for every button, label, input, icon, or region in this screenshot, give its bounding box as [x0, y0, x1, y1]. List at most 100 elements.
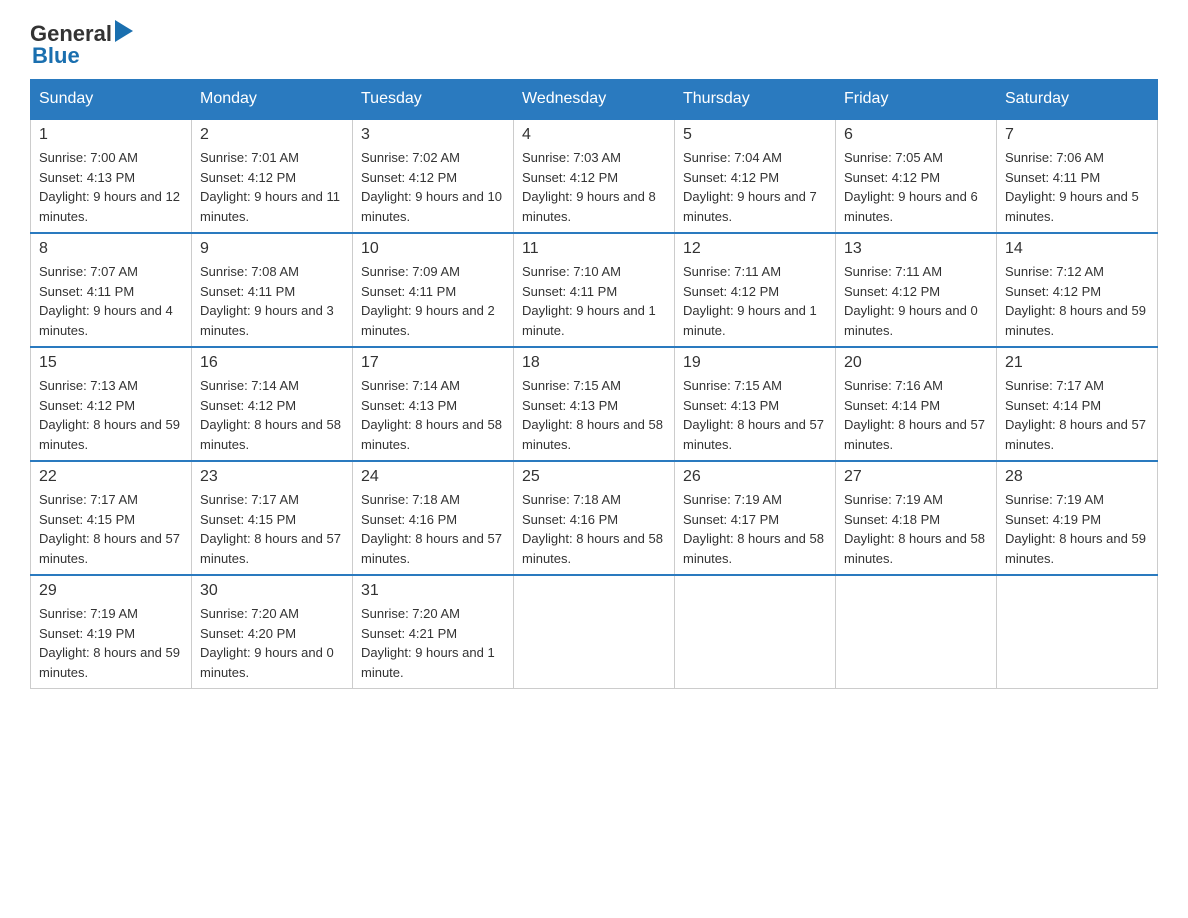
- sunset-label: Sunset: 4:14 PM: [1005, 398, 1101, 413]
- calendar-cell: 2 Sunrise: 7:01 AM Sunset: 4:12 PM Dayli…: [192, 119, 353, 233]
- day-info: Sunrise: 7:07 AM Sunset: 4:11 PM Dayligh…: [39, 262, 183, 340]
- logo: General Blue: [30, 20, 133, 69]
- sunset-label: Sunset: 4:12 PM: [361, 170, 457, 185]
- sunset-label: Sunset: 4:12 PM: [683, 170, 779, 185]
- day-info: Sunrise: 7:01 AM Sunset: 4:12 PM Dayligh…: [200, 148, 344, 226]
- daylight-label: Daylight: 9 hours and 0 minutes.: [200, 645, 334, 680]
- daylight-label: Daylight: 9 hours and 5 minutes.: [1005, 189, 1139, 224]
- day-info: Sunrise: 7:05 AM Sunset: 4:12 PM Dayligh…: [844, 148, 988, 226]
- day-info: Sunrise: 7:06 AM Sunset: 4:11 PM Dayligh…: [1005, 148, 1149, 226]
- day-number: 6: [844, 126, 988, 144]
- daylight-label: Daylight: 9 hours and 3 minutes.: [200, 303, 334, 338]
- calendar-cell: 15 Sunrise: 7:13 AM Sunset: 4:12 PM Dayl…: [31, 347, 192, 461]
- calendar-cell: 1 Sunrise: 7:00 AM Sunset: 4:13 PM Dayli…: [31, 119, 192, 233]
- daylight-label: Daylight: 9 hours and 0 minutes.: [844, 303, 978, 338]
- daylight-label: Daylight: 9 hours and 10 minutes.: [361, 189, 502, 224]
- calendar-cell: 7 Sunrise: 7:06 AM Sunset: 4:11 PM Dayli…: [997, 119, 1158, 233]
- day-info: Sunrise: 7:15 AM Sunset: 4:13 PM Dayligh…: [683, 376, 827, 454]
- sunrise-label: Sunrise: 7:17 AM: [200, 492, 299, 507]
- day-info: Sunrise: 7:18 AM Sunset: 4:16 PM Dayligh…: [522, 490, 666, 568]
- day-info: Sunrise: 7:14 AM Sunset: 4:13 PM Dayligh…: [361, 376, 505, 454]
- daylight-label: Daylight: 8 hours and 57 minutes.: [39, 531, 180, 566]
- sunrise-label: Sunrise: 7:02 AM: [361, 150, 460, 165]
- calendar-cell: [675, 575, 836, 689]
- daylight-label: Daylight: 9 hours and 1 minute.: [522, 303, 656, 338]
- day-info: Sunrise: 7:00 AM Sunset: 4:13 PM Dayligh…: [39, 148, 183, 226]
- sunrise-label: Sunrise: 7:18 AM: [361, 492, 460, 507]
- day-info: Sunrise: 7:12 AM Sunset: 4:12 PM Dayligh…: [1005, 262, 1149, 340]
- calendar-cell: 26 Sunrise: 7:19 AM Sunset: 4:17 PM Dayl…: [675, 461, 836, 575]
- calendar-week-row: 29 Sunrise: 7:19 AM Sunset: 4:19 PM Dayl…: [31, 575, 1158, 689]
- calendar-cell: 30 Sunrise: 7:20 AM Sunset: 4:20 PM Dayl…: [192, 575, 353, 689]
- sunrise-label: Sunrise: 7:11 AM: [844, 264, 942, 279]
- sunrise-label: Sunrise: 7:18 AM: [522, 492, 621, 507]
- day-info: Sunrise: 7:17 AM Sunset: 4:15 PM Dayligh…: [39, 490, 183, 568]
- day-number: 27: [844, 468, 988, 486]
- sunset-label: Sunset: 4:13 PM: [683, 398, 779, 413]
- daylight-label: Daylight: 9 hours and 4 minutes.: [39, 303, 173, 338]
- daylight-label: Daylight: 8 hours and 58 minutes.: [361, 417, 502, 452]
- day-number: 5: [683, 126, 827, 144]
- day-info: Sunrise: 7:19 AM Sunset: 4:18 PM Dayligh…: [844, 490, 988, 568]
- day-info: Sunrise: 7:03 AM Sunset: 4:12 PM Dayligh…: [522, 148, 666, 226]
- calendar-cell: 27 Sunrise: 7:19 AM Sunset: 4:18 PM Dayl…: [836, 461, 997, 575]
- sunset-label: Sunset: 4:12 PM: [39, 398, 135, 413]
- calendar-cell: [836, 575, 997, 689]
- calendar-cell: 31 Sunrise: 7:20 AM Sunset: 4:21 PM Dayl…: [353, 575, 514, 689]
- day-info: Sunrise: 7:08 AM Sunset: 4:11 PM Dayligh…: [200, 262, 344, 340]
- day-number: 9: [200, 240, 344, 258]
- day-info: Sunrise: 7:20 AM Sunset: 4:21 PM Dayligh…: [361, 604, 505, 682]
- sunrise-label: Sunrise: 7:07 AM: [39, 264, 138, 279]
- daylight-label: Daylight: 8 hours and 59 minutes.: [39, 417, 180, 452]
- day-number: 24: [361, 468, 505, 486]
- col-header-thursday: Thursday: [675, 80, 836, 120]
- day-number: 28: [1005, 468, 1149, 486]
- sunset-label: Sunset: 4:11 PM: [1005, 170, 1100, 185]
- sunrise-label: Sunrise: 7:08 AM: [200, 264, 299, 279]
- day-info: Sunrise: 7:19 AM Sunset: 4:19 PM Dayligh…: [39, 604, 183, 682]
- daylight-label: Daylight: 9 hours and 12 minutes.: [39, 189, 180, 224]
- daylight-label: Daylight: 9 hours and 1 minute.: [361, 645, 495, 680]
- sunset-label: Sunset: 4:19 PM: [1005, 512, 1101, 527]
- sunrise-label: Sunrise: 7:10 AM: [522, 264, 621, 279]
- day-number: 17: [361, 354, 505, 372]
- calendar-cell: [997, 575, 1158, 689]
- calendar-cell: 17 Sunrise: 7:14 AM Sunset: 4:13 PM Dayl…: [353, 347, 514, 461]
- sunrise-label: Sunrise: 7:16 AM: [844, 378, 943, 393]
- daylight-label: Daylight: 9 hours and 7 minutes.: [683, 189, 817, 224]
- sunset-label: Sunset: 4:13 PM: [361, 398, 457, 413]
- day-number: 4: [522, 126, 666, 144]
- sunrise-label: Sunrise: 7:19 AM: [1005, 492, 1104, 507]
- sunset-label: Sunset: 4:21 PM: [361, 626, 457, 641]
- sunset-label: Sunset: 4:13 PM: [522, 398, 618, 413]
- sunset-label: Sunset: 4:20 PM: [200, 626, 296, 641]
- sunset-label: Sunset: 4:12 PM: [844, 284, 940, 299]
- sunrise-label: Sunrise: 7:09 AM: [361, 264, 460, 279]
- day-info: Sunrise: 7:16 AM Sunset: 4:14 PM Dayligh…: [844, 376, 988, 454]
- sunset-label: Sunset: 4:14 PM: [844, 398, 940, 413]
- sunrise-label: Sunrise: 7:19 AM: [39, 606, 138, 621]
- sunrise-label: Sunrise: 7:15 AM: [522, 378, 621, 393]
- day-info: Sunrise: 7:09 AM Sunset: 4:11 PM Dayligh…: [361, 262, 505, 340]
- sunset-label: Sunset: 4:15 PM: [39, 512, 135, 527]
- day-number: 30: [200, 582, 344, 600]
- sunrise-label: Sunrise: 7:04 AM: [683, 150, 782, 165]
- day-info: Sunrise: 7:19 AM Sunset: 4:19 PM Dayligh…: [1005, 490, 1149, 568]
- daylight-label: Daylight: 9 hours and 2 minutes.: [361, 303, 495, 338]
- calendar-cell: 25 Sunrise: 7:18 AM Sunset: 4:16 PM Dayl…: [514, 461, 675, 575]
- col-header-sunday: Sunday: [31, 80, 192, 120]
- day-info: Sunrise: 7:11 AM Sunset: 4:12 PM Dayligh…: [683, 262, 827, 340]
- day-number: 16: [200, 354, 344, 372]
- sunrise-label: Sunrise: 7:19 AM: [844, 492, 943, 507]
- sunset-label: Sunset: 4:11 PM: [361, 284, 456, 299]
- calendar-cell: 11 Sunrise: 7:10 AM Sunset: 4:11 PM Dayl…: [514, 233, 675, 347]
- calendar-cell: 14 Sunrise: 7:12 AM Sunset: 4:12 PM Dayl…: [997, 233, 1158, 347]
- day-info: Sunrise: 7:19 AM Sunset: 4:17 PM Dayligh…: [683, 490, 827, 568]
- calendar-cell: 19 Sunrise: 7:15 AM Sunset: 4:13 PM Dayl…: [675, 347, 836, 461]
- calendar-cell: 10 Sunrise: 7:09 AM Sunset: 4:11 PM Dayl…: [353, 233, 514, 347]
- calendar-cell: 5 Sunrise: 7:04 AM Sunset: 4:12 PM Dayli…: [675, 119, 836, 233]
- day-info: Sunrise: 7:02 AM Sunset: 4:12 PM Dayligh…: [361, 148, 505, 226]
- calendar-cell: 21 Sunrise: 7:17 AM Sunset: 4:14 PM Dayl…: [997, 347, 1158, 461]
- col-header-friday: Friday: [836, 80, 997, 120]
- sunrise-label: Sunrise: 7:15 AM: [683, 378, 782, 393]
